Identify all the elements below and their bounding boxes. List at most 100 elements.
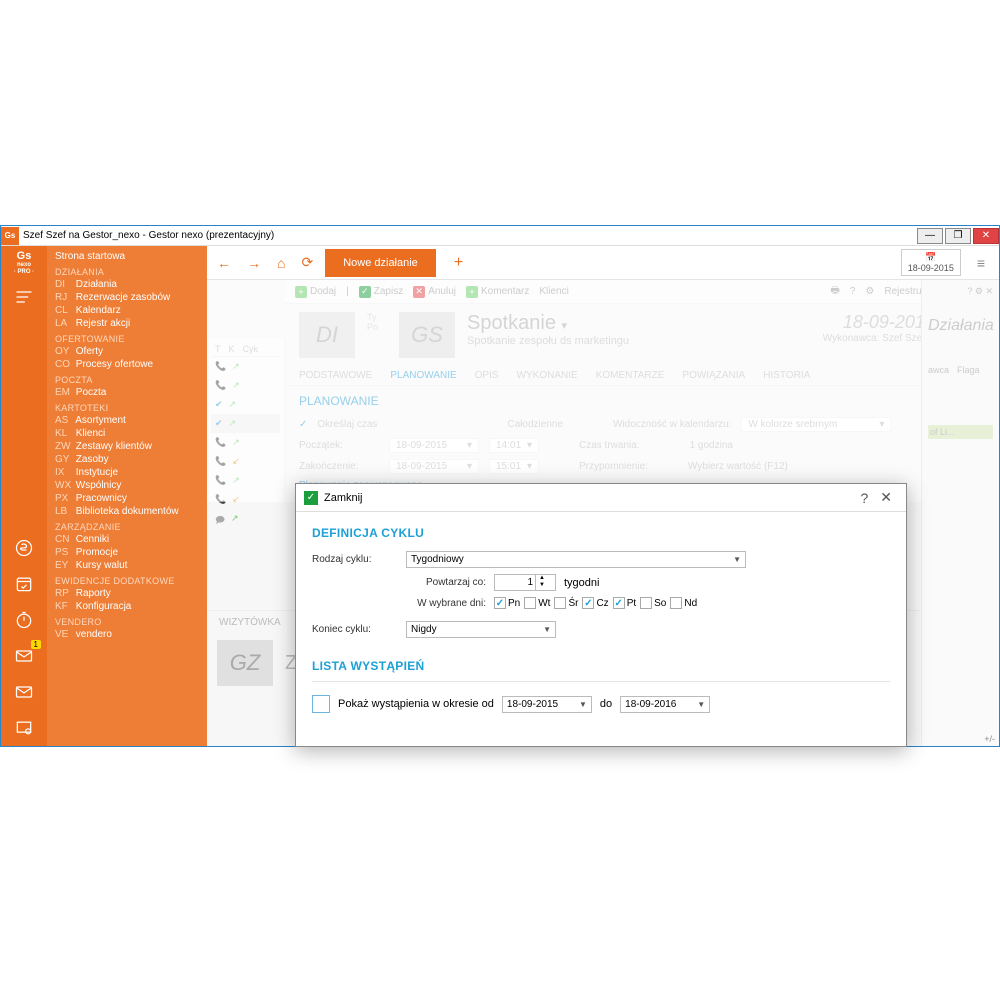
calendar-check-icon[interactable] xyxy=(1,566,47,602)
doctab-opis[interactable]: OPIS xyxy=(475,366,499,385)
spin-down-icon[interactable]: ▼ xyxy=(536,582,548,589)
doctab-planowanie[interactable]: PLANOWANIE xyxy=(390,366,456,385)
tb-dodaj[interactable]: +Dodaj xyxy=(295,286,336,298)
nav-item[interactable]: LB Biblioteka dokumentów xyxy=(47,505,207,518)
powtarzaj-input[interactable] xyxy=(495,575,535,590)
footer-note: +/- xyxy=(984,734,995,744)
powtarzaj-unit: tygodni xyxy=(564,577,599,589)
date-to-select[interactable]: 18-09-2016▼ xyxy=(620,696,710,713)
app-logo: Gsnexo· PRO · xyxy=(14,246,34,279)
day-Pn[interactable]: Pn xyxy=(494,597,520,609)
pokaz-label: Pokaż wystąpienia w okresie od xyxy=(338,698,494,710)
koniec-label: Koniec cyklu: xyxy=(312,624,398,635)
menu-icon[interactable]: ≡ xyxy=(969,255,993,271)
tb-klienci[interactable]: Klienci xyxy=(539,286,568,297)
nav-section: KARTOTEKI xyxy=(47,399,207,414)
doctab-wykonanie[interactable]: WYKONANIE xyxy=(517,366,578,385)
gear-icon[interactable]: ⚙ xyxy=(865,286,874,297)
doctab-powiazania[interactable]: POWIĄZANIA xyxy=(682,366,745,385)
mail-icon[interactable] xyxy=(1,674,47,710)
right-column: ? ⚙ ✕ Działania awcaFlaga of Li... xyxy=(921,280,999,746)
doctab-podstawowe[interactable]: PODSTAWOWE xyxy=(299,366,372,385)
nav-item[interactable]: RP Raporty xyxy=(47,587,207,600)
tb-zapisz[interactable]: ✓Zapisz xyxy=(359,286,403,298)
nav-item[interactable]: CN Cenniki xyxy=(47,533,207,546)
nav-item[interactable]: RJ Rezerwacje zasobów xyxy=(47,291,207,304)
rodzaj-label: Rodzaj cyklu: xyxy=(312,554,398,565)
section-lista: LISTA WYSTĄPIEŃ xyxy=(312,659,890,673)
nav-item[interactable]: CL Kalendarz xyxy=(47,304,207,317)
do-label: do xyxy=(600,698,612,710)
currency-icon[interactable] xyxy=(1,530,47,566)
koniec-select[interactable]: Nigdy▼ xyxy=(406,621,556,638)
certificate-icon[interactable] xyxy=(1,710,47,746)
pokaz-checkbox[interactable] xyxy=(312,695,330,713)
forward-icon[interactable]: → xyxy=(243,255,265,271)
window-controls: — ❐ ✕ xyxy=(915,228,999,244)
hamburger-icon[interactable] xyxy=(1,279,47,315)
day-Pt[interactable]: Pt xyxy=(613,597,636,609)
modal-close-label[interactable]: Zamknij xyxy=(324,492,363,504)
mail-badge-icon[interactable]: 1 xyxy=(1,638,47,674)
date-from-select[interactable]: 18-09-2015▼ xyxy=(502,696,592,713)
nav-item[interactable]: LA Rejestr akcji xyxy=(47,317,207,330)
nav-item[interactable]: DI Działania xyxy=(47,278,207,291)
nav-section: ZARZĄDZANIE xyxy=(47,518,207,533)
minimize-button[interactable]: — xyxy=(917,228,943,244)
doc-subtitle: Spotkanie zespołu ds marketingu xyxy=(467,335,629,347)
nav-item[interactable]: ZW Zestawy klientów xyxy=(47,440,207,453)
nav-item[interactable]: EY Kursy walut xyxy=(47,559,207,572)
doc-code-gs: GS xyxy=(399,312,455,358)
nav-start[interactable]: Strona startowa xyxy=(47,250,207,263)
home-icon[interactable]: ⌂ xyxy=(273,255,289,271)
doc-code-di: DI xyxy=(299,312,355,358)
modal-help-icon[interactable]: ? xyxy=(854,490,874,506)
back-icon[interactable]: ← xyxy=(213,255,235,271)
app-icon: Gs xyxy=(1,227,19,245)
modal-header: ✓ Zamknij ? ✕ xyxy=(296,484,906,512)
day-So[interactable]: So xyxy=(640,597,666,609)
modal-close-icon[interactable]: ✕ xyxy=(874,489,898,506)
close-button[interactable]: ✕ xyxy=(973,228,999,244)
window-title: Szef Szef na Gestor_nexo - Gestor nexo (… xyxy=(23,230,274,241)
print-icon[interactable]: 🖶 xyxy=(830,283,839,300)
nav-item[interactable]: AS Asortyment xyxy=(47,414,207,427)
nav-item[interactable]: IX Instytucje xyxy=(47,466,207,479)
help-icon[interactable]: ? xyxy=(850,286,856,297)
day-Nd[interactable]: Nd xyxy=(670,597,697,609)
nav-item[interactable]: OY Oferty xyxy=(47,345,207,358)
nav-item[interactable]: VE vendero xyxy=(47,628,207,641)
doctab-komentarze[interactable]: KOMENTARZE xyxy=(596,366,665,385)
maximize-button[interactable]: ❐ xyxy=(945,228,971,244)
app-window: Gs Szef Szef na Gestor_nexo - Gestor nex… xyxy=(0,225,1000,747)
titlebar: Gs Szef Szef na Gestor_nexo - Gestor nex… xyxy=(1,226,999,246)
doctab-historia[interactable]: HISTORIA xyxy=(763,366,810,385)
nav-item[interactable]: EM Poczta xyxy=(47,386,207,399)
powtarzaj-spinner[interactable]: ▲▼ xyxy=(494,574,556,591)
nav-item[interactable]: KF Konfiguracja xyxy=(47,600,207,613)
spin-up-icon[interactable]: ▲ xyxy=(536,575,548,582)
nav-item[interactable]: PX Pracownicy xyxy=(47,492,207,505)
nav-item[interactable]: PS Promocje xyxy=(47,546,207,559)
date-widget[interactable]: 📅18-09-2015 xyxy=(901,249,961,276)
tab-add-icon[interactable]: + xyxy=(444,254,473,272)
nav-section: DZIAŁANIA xyxy=(47,263,207,278)
day-Cz[interactable]: Cz xyxy=(582,597,608,609)
rodzaj-select[interactable]: Tygodniowy▼ xyxy=(406,551,746,568)
refresh-icon[interactable]: ⟳ xyxy=(297,254,317,271)
powtarzaj-label: Powtarzaj co: xyxy=(406,577,486,588)
nav-section: VENDERO xyxy=(47,613,207,628)
tb-anuluj[interactable]: ✕Anuluj xyxy=(413,286,456,298)
iconbar: Gsnexo· PRO · 1 xyxy=(1,246,47,746)
planning-heading: PLANOWANIE xyxy=(299,394,985,408)
tab-active[interactable]: Nowe działanie xyxy=(325,249,436,277)
stopwatch-icon[interactable] xyxy=(1,602,47,638)
nav-item[interactable]: GY Zasoby xyxy=(47,453,207,466)
tb-komentarz[interactable]: +Komentarz xyxy=(466,286,529,298)
nav-section: POCZTA xyxy=(47,371,207,386)
nav-item[interactable]: KL Klienci xyxy=(47,427,207,440)
nav-item[interactable]: CO Procesy ofertowe xyxy=(47,358,207,371)
day-Wt[interactable]: Wt xyxy=(524,597,550,609)
day-Śr[interactable]: Śr xyxy=(554,597,578,609)
nav-item[interactable]: WX Wspólnicy xyxy=(47,479,207,492)
